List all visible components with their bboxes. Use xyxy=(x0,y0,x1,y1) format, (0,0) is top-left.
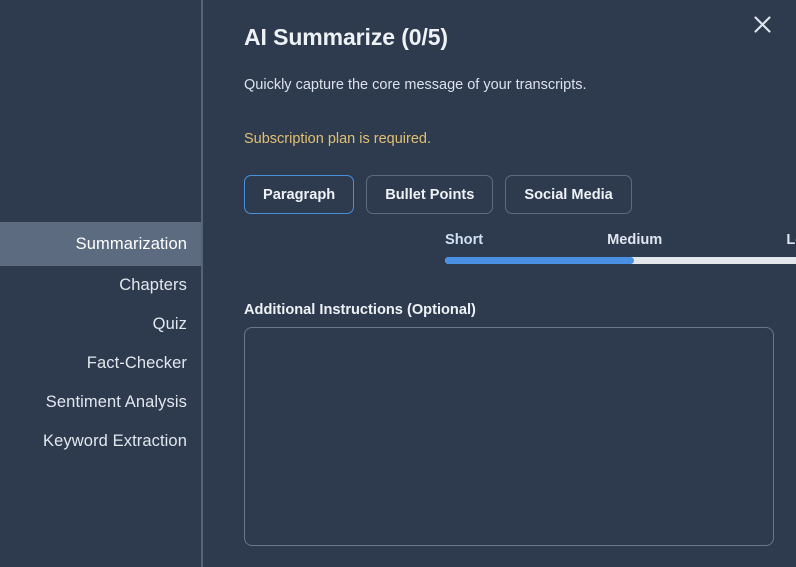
sidebar-item-list: Summarization Chapters Quiz Fact-Checker… xyxy=(0,222,201,461)
sidebar-item-sentiment-analysis[interactable]: Sentiment Analysis xyxy=(0,383,201,422)
ai-summarize-dialog: Summarization Chapters Quiz Fact-Checker… xyxy=(0,0,796,567)
panel-subtitle: Quickly capture the core message of your… xyxy=(244,77,587,93)
length-label-row: Short Medium Long xyxy=(445,232,796,248)
sidebar-item-label: Fact-Checker xyxy=(86,354,187,372)
format-button-bullet-points[interactable]: Bullet Points xyxy=(366,175,494,214)
sidebar-item-quiz[interactable]: Quiz xyxy=(0,305,201,344)
sidebar-item-summarization[interactable]: Summarization xyxy=(0,222,201,266)
length-selector: Short Medium Long xyxy=(445,232,796,264)
sidebar-item-label: Chapters xyxy=(119,276,187,294)
additional-instructions-label: Additional Instructions (Optional) xyxy=(244,302,476,318)
format-options-group: Paragraph Bullet Points Social Media xyxy=(244,175,632,214)
sidebar-item-keyword-extraction[interactable]: Keyword Extraction xyxy=(0,422,201,461)
sidebar: Summarization Chapters Quiz Fact-Checker… xyxy=(0,0,203,567)
close-button[interactable] xyxy=(747,9,777,39)
sidebar-item-fact-checker[interactable]: Fact-Checker xyxy=(0,344,201,383)
additional-instructions-input[interactable] xyxy=(244,327,774,546)
length-label-short[interactable]: Short xyxy=(445,232,483,248)
length-slider[interactable] xyxy=(445,257,796,264)
format-button-paragraph[interactable]: Paragraph xyxy=(244,175,355,214)
sidebar-item-chapters[interactable]: Chapters xyxy=(0,266,201,305)
sidebar-item-label: Summarization xyxy=(75,235,187,253)
sidebar-item-label: Sentiment Analysis xyxy=(45,393,187,411)
length-slider-fill xyxy=(445,257,634,264)
page-title: AI Summarize (0/5) xyxy=(244,24,448,50)
format-button-social-media[interactable]: Social Media xyxy=(505,175,632,214)
sidebar-item-label: Keyword Extraction xyxy=(43,432,187,450)
length-label-long[interactable]: Long xyxy=(786,232,796,248)
length-label-medium[interactable]: Medium xyxy=(607,232,662,248)
subscription-notice: Subscription plan is required. xyxy=(244,131,431,147)
main-panel: AI Summarize (0/5) Quickly capture the c… xyxy=(203,0,796,567)
sidebar-item-label: Quiz xyxy=(152,315,187,333)
close-icon xyxy=(753,15,771,33)
